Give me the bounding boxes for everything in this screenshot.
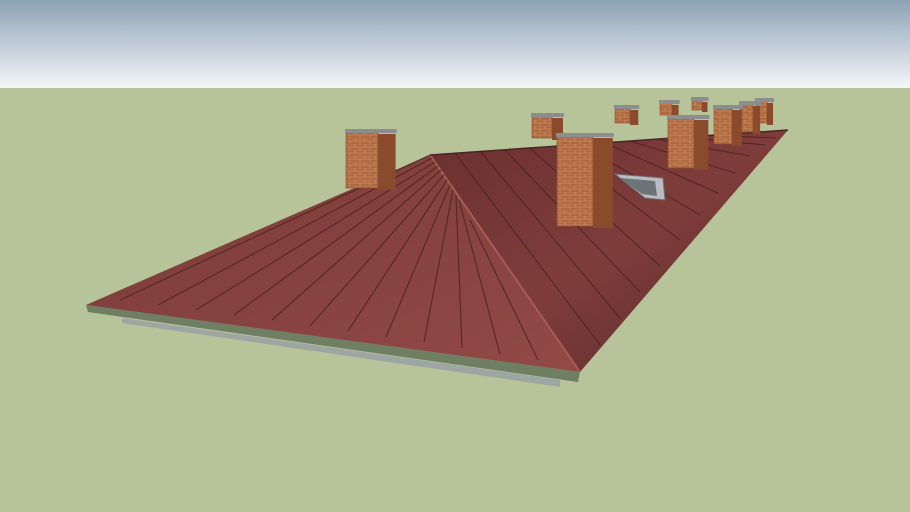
brick-chimney-icon bbox=[713, 105, 743, 146]
brick-chimney-icon bbox=[659, 100, 680, 117]
3d-viewport[interactable] bbox=[0, 0, 910, 512]
brick-chimney-icon bbox=[345, 129, 397, 190]
brick-chimney-icon bbox=[691, 97, 709, 112]
sky bbox=[0, 0, 910, 88]
brick-chimney-icon bbox=[667, 115, 710, 170]
brick-chimney-icon bbox=[614, 105, 640, 125]
roof-3d-model-render bbox=[0, 0, 910, 512]
brick-chimney-icon bbox=[556, 133, 614, 228]
